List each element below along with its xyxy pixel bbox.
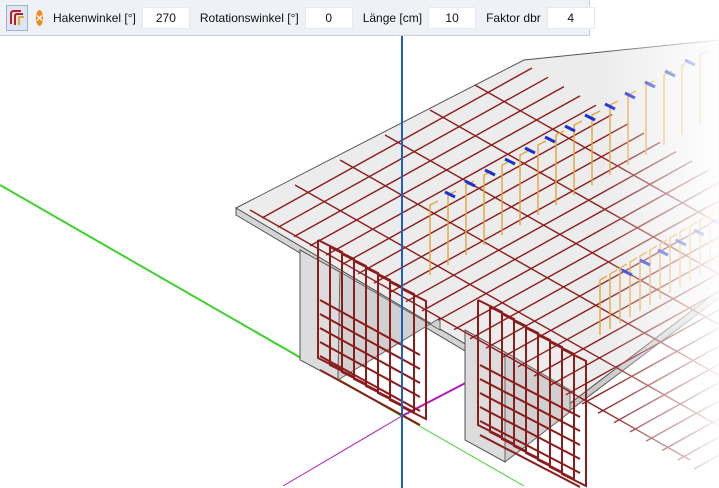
web-rebar — [319, 369, 421, 426]
3d-viewport[interactable] — [0, 0, 719, 488]
web-rebar — [319, 355, 421, 412]
factor-dbr-input[interactable] — [546, 6, 595, 29]
hook-angle-input[interactable] — [141, 6, 190, 29]
rebar-hook-tool-button[interactable] — [6, 4, 28, 31]
close-icon[interactable]: × — [36, 9, 44, 26]
length-input[interactable] — [428, 6, 477, 29]
viewport-fade — [600, 36, 719, 488]
parameter-toolbar: × Hakenwinkel [°] Rotationswinkel [°] Lä… — [0, 0, 595, 36]
hook-angle-label: Hakenwinkel [°] — [53, 10, 136, 25]
factor-dbr-label: Faktor dbr — [486, 10, 541, 25]
rotation-angle-label: Rotationswinkel [°] — [199, 10, 299, 25]
close-glyph: × — [36, 10, 44, 25]
rebar-hook-icon — [10, 9, 24, 25]
length-label: Länge [cm] — [362, 10, 423, 25]
rotation-angle-input[interactable] — [304, 6, 353, 29]
z-axis-line-back — [282, 415, 403, 487]
